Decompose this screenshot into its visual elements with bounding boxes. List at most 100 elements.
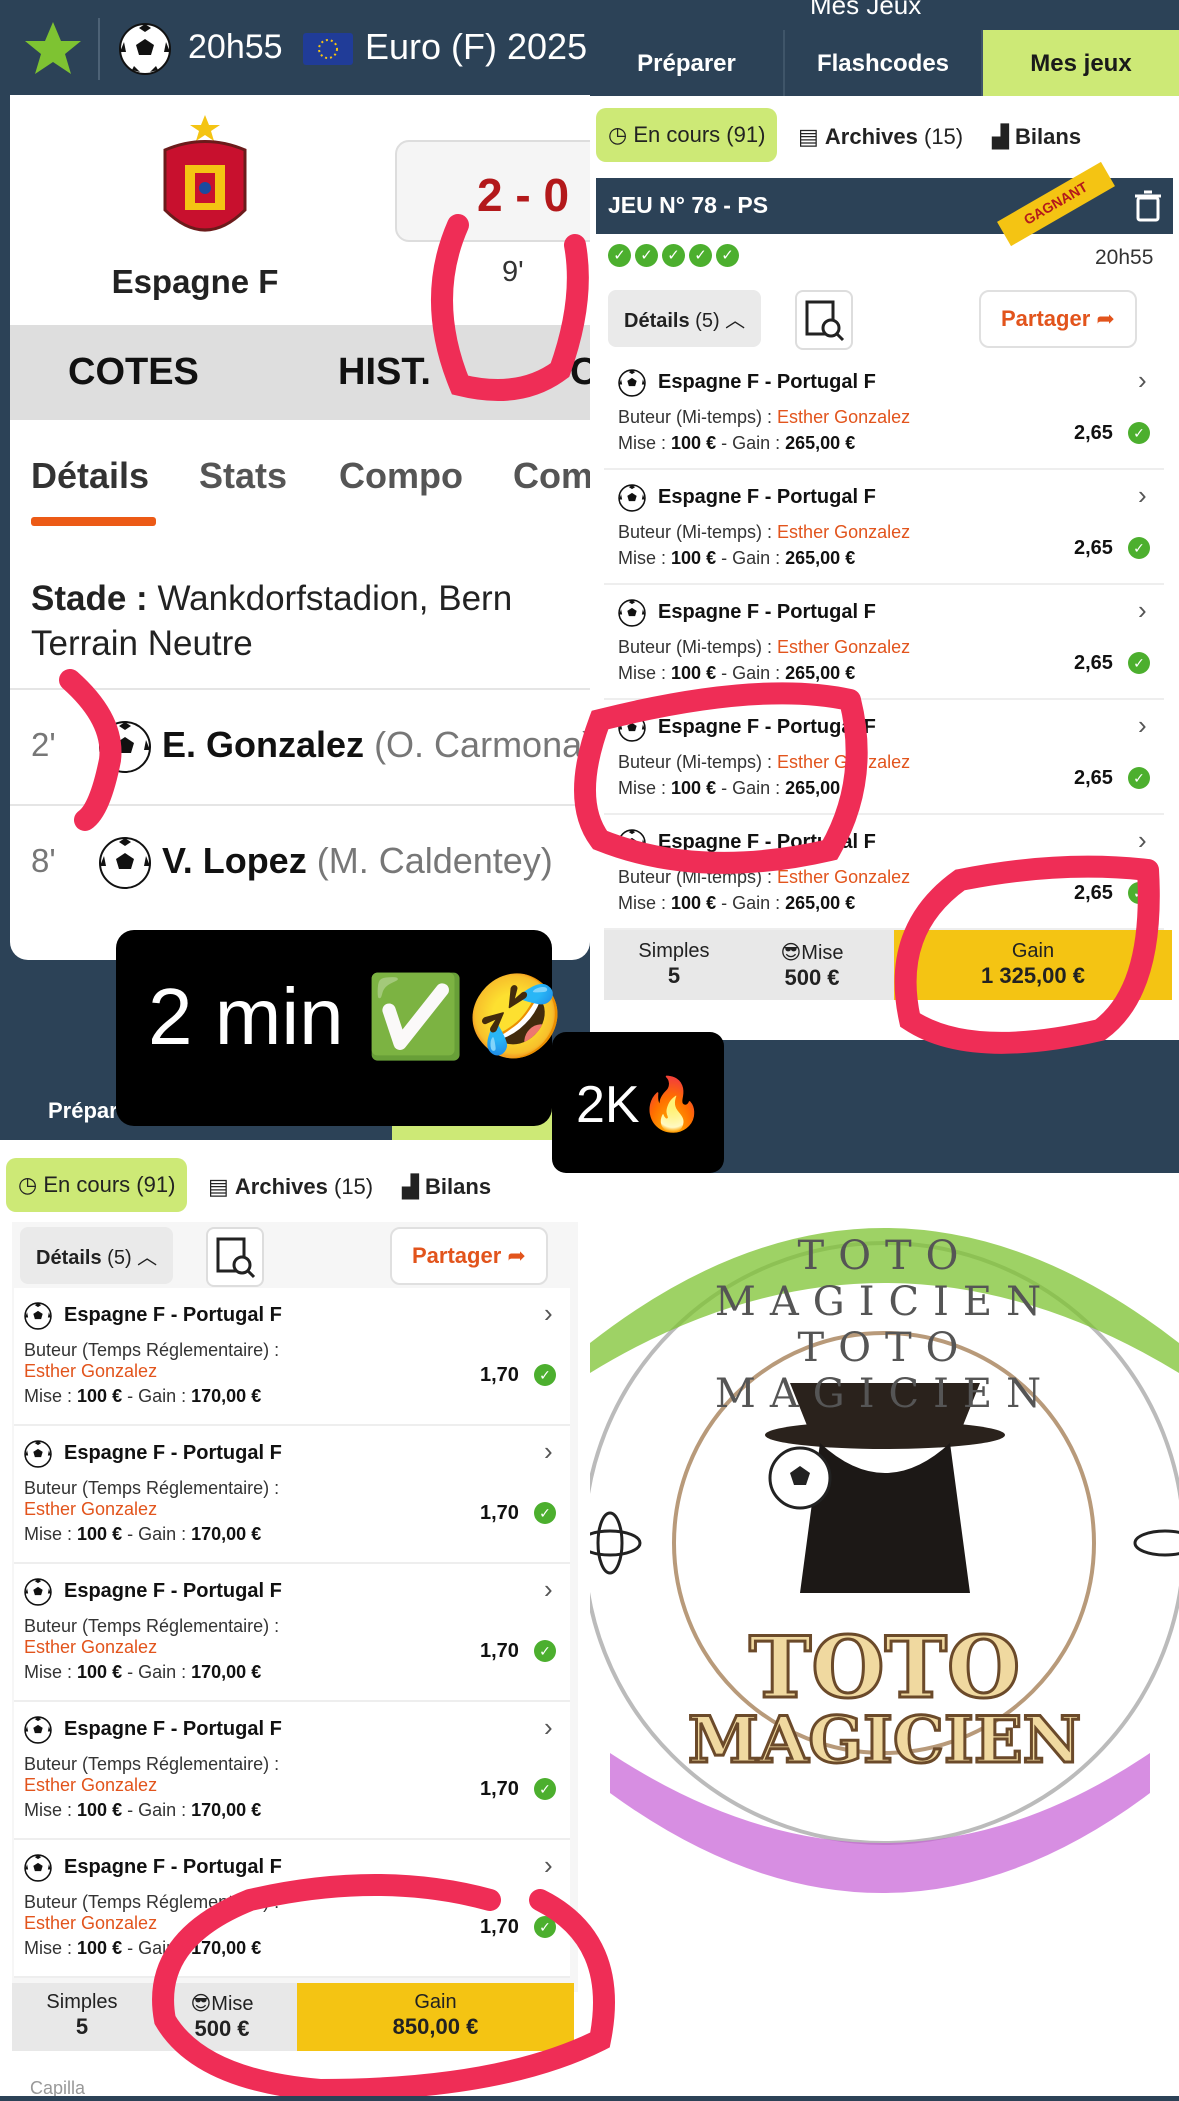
total-mise: 😎Mise 500 € [744,940,880,991]
bet-player: Esther Gonzalez [24,1637,158,1657]
chevron-up-icon: ︿ [725,310,746,332]
bet-row[interactable]: Espagne F - Portugal F › Buteur (Mi-temps)… [604,700,1164,815]
goal-assist: (O. Carmona) [374,724,590,765]
clock-icon: ◷ [18,1172,38,1197]
right-tabs: Préparer Flashcodes Mes jeux [590,30,1179,96]
bet-row[interactable]: Espagne F - Portugal F › Buteur (Temps Rég… [14,1564,570,1702]
share-label: Partager [412,1243,502,1268]
bet-row[interactable]: Espagne F - Portugal F › Buteur (Mi-temps)… [604,815,1164,930]
bet-row[interactable]: Espagne F - Portugal F › Buteur (Temps Rég… [14,1426,570,1564]
favorite-star-icon[interactable] [22,18,84,80]
subtab-stats[interactable]: Stats [199,455,287,497]
filter-bilans-label: Bilans [1015,124,1082,149]
bet-odds: 1,70 [480,1916,519,1938]
bet-match: Espagne F - Portugal F [658,716,876,738]
bet-match: Espagne F - Portugal F [658,601,876,623]
goal-scorer: E. Gonzalez [162,724,365,765]
bet-row[interactable]: Espagne F - Portugal F › Buteur (Temps Rég… [14,1840,570,1978]
check-icon: ✓ [689,244,712,267]
soccer-ball-icon [24,1716,52,1744]
tab-mes-jeux[interactable]: Mes jeux [983,30,1179,96]
mise-label: Mise : [24,1386,73,1406]
total-gain: Gain 1 325,00 € [894,930,1172,1000]
ticket-search-icon[interactable] [206,1227,264,1287]
venue-label: Stade : [31,579,148,618]
bet-type-line: Buteur (Temps Réglementaire) : Esther Gon… [24,1478,279,1520]
bet-odds: 2,65 [1074,767,1113,789]
mise-label: 😎Mise [190,1993,254,2015]
check-icon: ✓ [608,244,631,267]
filter-archives[interactable]: ▤ Archives (15) [208,1174,373,1200]
bet-row[interactable]: Espagne F - Portugal F › Buteur (Mi-temps)… [604,470,1164,585]
filter-en-cours[interactable]: ◷ En cours (91) [596,108,778,162]
chevron-right-icon: › [544,1298,553,1328]
tab-more[interactable]: C [570,351,590,394]
soccer-ball-icon [24,1440,52,1468]
bet-type: Buteur (Mi-temps) : [618,752,773,772]
bet-type-line: Buteur (Mi-temps) : Esther Gonzalez [618,867,910,888]
gain-value: 170,00 € [191,1938,262,1958]
filter-en-cours-count: (91) [726,122,766,147]
home-team-name: Espagne F [111,263,279,300]
game-time: 20h55 [1095,246,1154,269]
eu-flag-icon [303,33,353,65]
tab-hist[interactable]: HIST. [338,351,431,394]
my-bets-panel-2: Prépar ◷ En cours (91) ▤ Archives (15) ▟… [0,1040,590,2096]
archive-icon: ▤ [208,1174,229,1199]
tab-preparer[interactable]: Préparer [590,30,785,96]
details-label: Détails [624,310,690,332]
subtab-compo[interactable]: Compo [339,455,463,497]
toto-magicien-logo: TOTO MAGICIEN TOTO MAGICIEN TOTO MAGICIE… [578,1173,1179,2096]
subtab-commentaires[interactable]: Com [513,455,590,497]
subtab-details[interactable]: Détails [31,455,149,497]
mise-label: Mise : [618,433,667,453]
result-checks: ✓ ✓ ✓ ✓ ✓ [608,244,743,267]
filter-bilans[interactable]: ▟ Bilans [992,124,1081,150]
tab-cotes[interactable]: COTES [68,351,199,394]
bet-stake-line: Mise : 100 € - Gain : 265,00 € [618,663,855,684]
bet-row[interactable]: Espagne F - Portugal F › Buteur (Mi-temps)… [604,355,1164,470]
share-label: Partager [1001,306,1091,331]
score-box: 2 - 0 [395,140,590,242]
bet-row[interactable]: Espagne F - Portugal F › Buteur (Mi-temps)… [604,585,1164,700]
filter-bilans[interactable]: ▟ Bilans [402,1174,491,1200]
share-arrow-icon: ➦ [507,1243,526,1268]
share-button[interactable]: Partager ➦ [390,1227,548,1285]
simples-label: Simples [638,940,710,962]
goal-scorer: V. Lopez [162,840,307,881]
chart-icon: ▟ [992,124,1009,149]
gain-value: 265,00 € [785,548,856,568]
spain-crest-icon [163,115,247,232]
share-button[interactable]: Partager ➦ [979,290,1137,348]
check-icon: ✓ [662,244,685,267]
soccer-ball-icon [618,369,646,397]
bet-type: Buteur (Temps Réglementaire) : [24,1616,280,1636]
mise-value: 100 € [77,1662,123,1682]
filter-archives[interactable]: ▤ Archives (15) [798,124,963,150]
bet-type: Buteur (Temps Réglementaire) : [24,1340,280,1360]
soccer-ball-icon [99,721,151,773]
bet-row[interactable]: Espagne F - Portugal F › Buteur (Temps Rég… [14,1288,570,1426]
soccer-ball-icon [99,837,151,889]
details-label: Détails [36,1247,102,1269]
total-simples: Simples 5 [604,940,744,989]
check-icon: ✓ [534,1502,556,1524]
venue-value: Wankdorfstadion, Bern [157,579,513,618]
mise-label: Mise : [24,1938,73,1958]
filter-en-cours[interactable]: ◷ En cours (91) [6,1158,188,1212]
details-toggle[interactable]: Détails (5) ︿ [608,290,762,347]
tab-preparer[interactable]: Prépar [48,1098,118,1124]
tab-flashcodes[interactable]: Flashcodes [785,30,983,96]
gain-label: - Gain : [127,1662,187,1682]
check-icon: ✓ [1128,767,1150,789]
trash-icon[interactable] [1130,188,1166,224]
bet-type: Buteur (Temps Réglementaire) : [24,1754,280,1774]
mise-value: 100 € [671,433,717,453]
details-toggle[interactable]: Détails (5) ︿ [20,1227,174,1284]
check-icon: ✓ [1128,537,1150,559]
ticket-search-icon[interactable] [795,290,853,350]
gain-value: 1 325,00 € [981,963,1085,988]
gain-label: - Gain : [127,1386,187,1406]
check-icon: ✓ [1128,652,1150,674]
bet-row[interactable]: Espagne F - Portugal F › Buteur (Temps Rég… [14,1702,570,1840]
